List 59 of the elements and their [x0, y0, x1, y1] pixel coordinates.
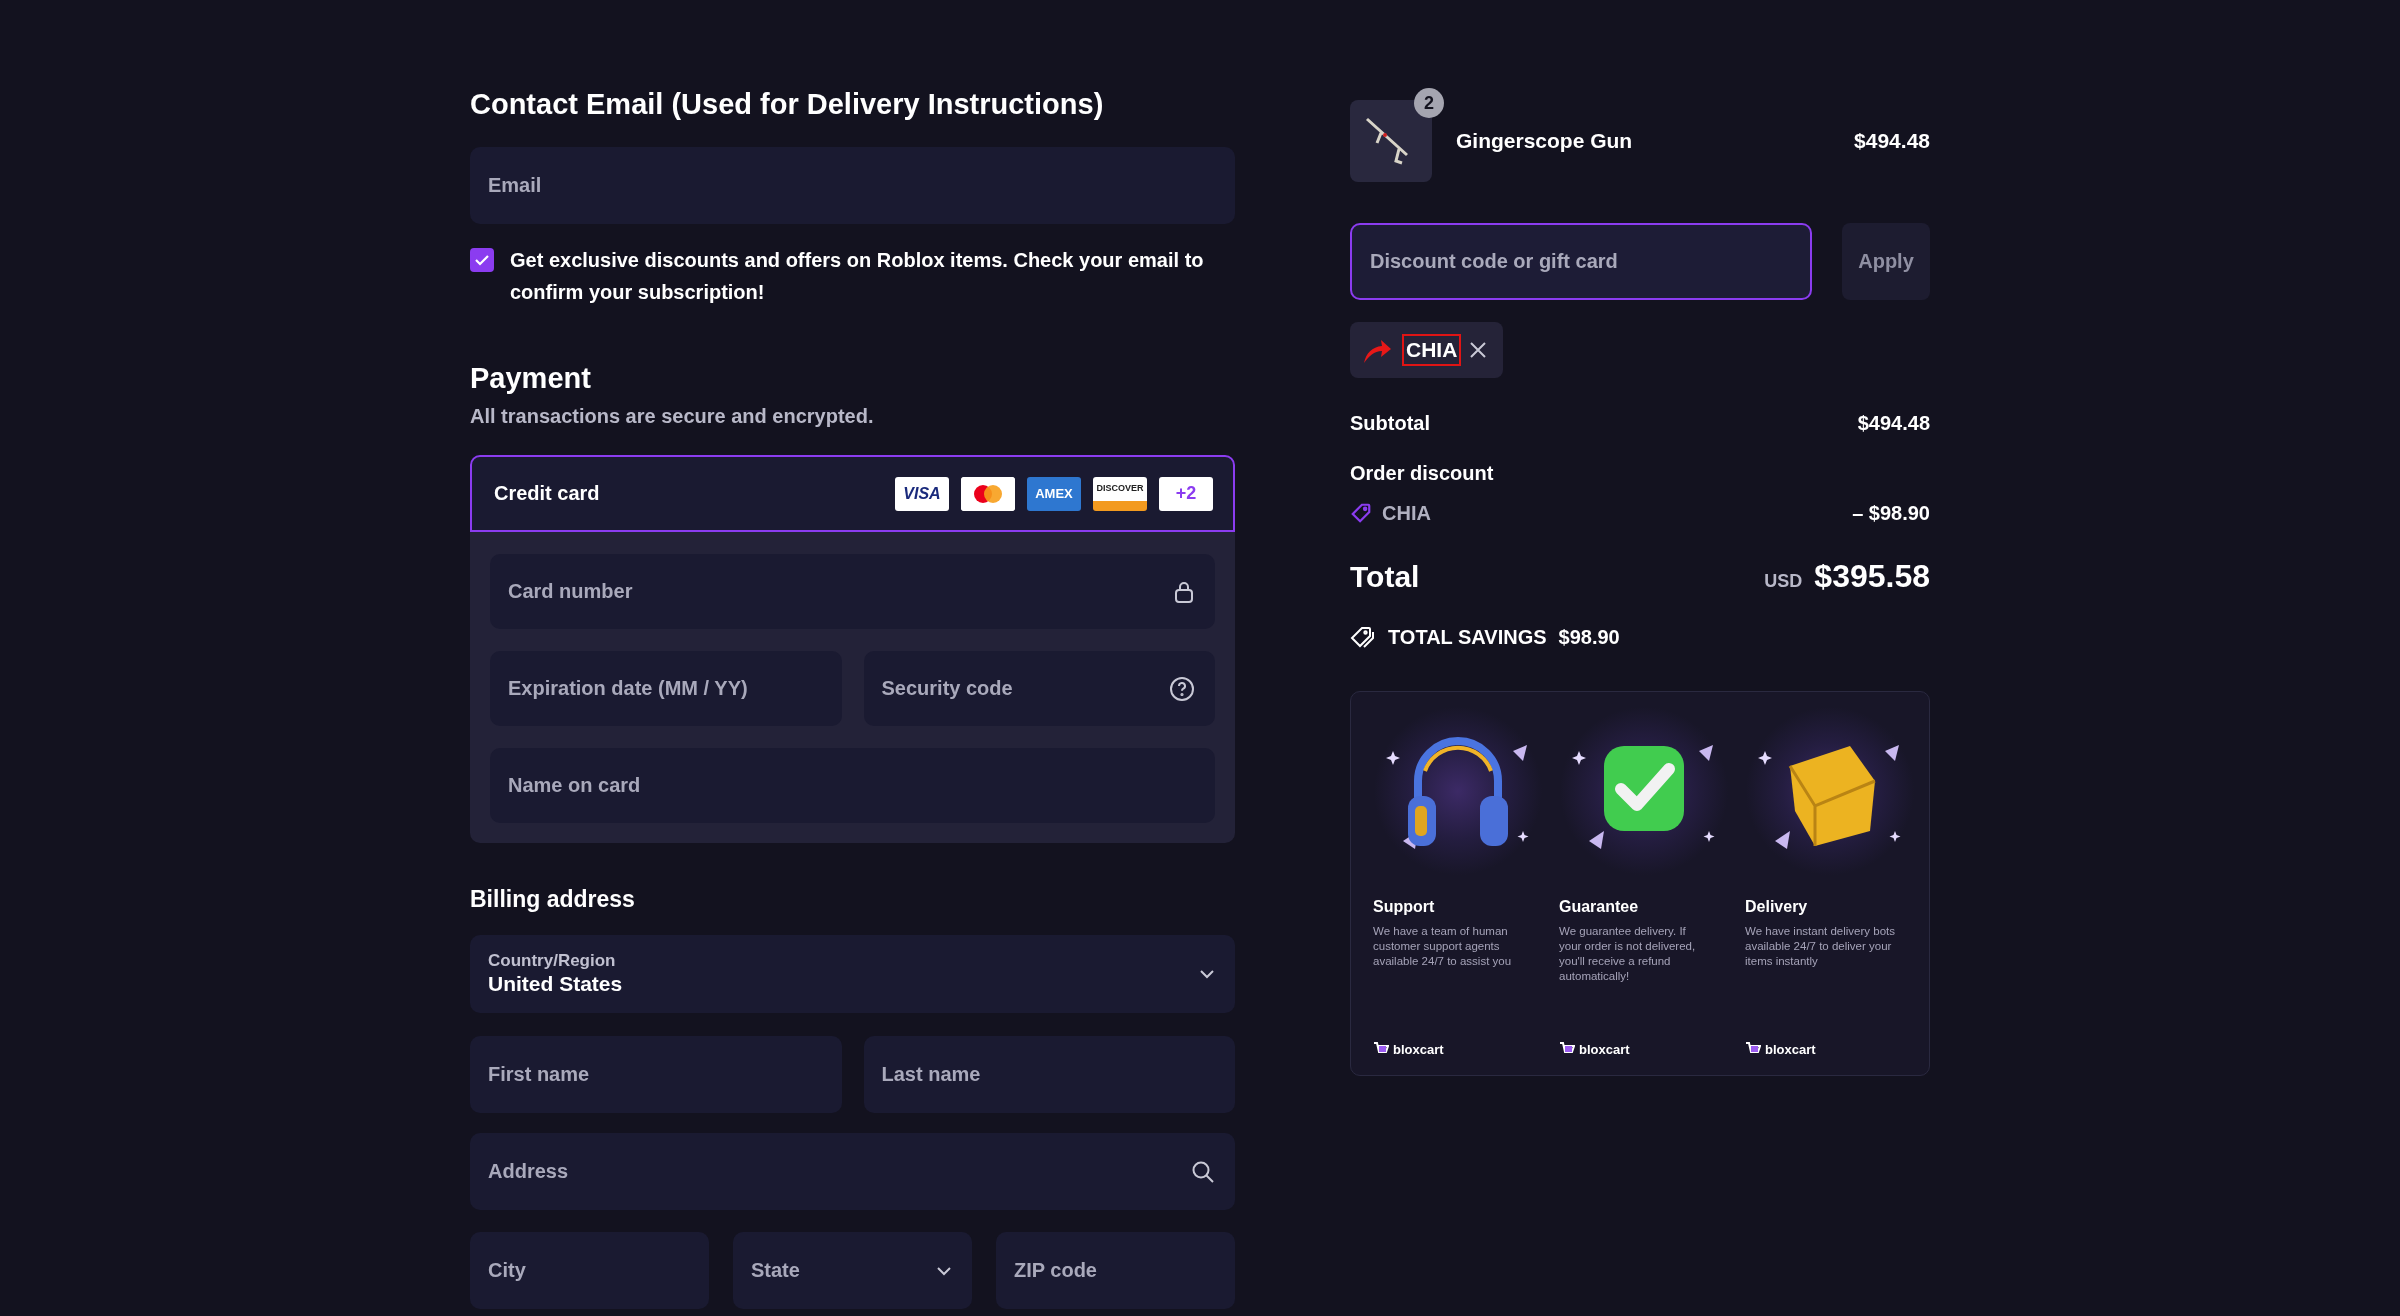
feature-title: Guarantee	[1559, 898, 1640, 916]
apply-button[interactable]: Apply	[1842, 223, 1930, 300]
product-price: $494.48	[1854, 129, 1930, 153]
feature-description: We have a team of human customer support agents available 24/7 to assist you	[1373, 924, 1513, 969]
currency-code: USD	[1764, 571, 1803, 592]
lock-icon	[1173, 579, 1195, 604]
checkbox-label: Get exclusive discounts and offers on Roblox items. Check your email to confirm your subscription!	[510, 248, 1205, 305]
quantity-badge: 2	[1414, 88, 1444, 118]
help-icon[interactable]	[1169, 675, 1195, 702]
subtotal-value: $494.48	[1857, 411, 1930, 436]
brand-name: bloxcart	[1393, 1041, 1444, 1057]
mastercard-logo	[961, 476, 1015, 511]
discount-code: CHIA	[1402, 334, 1462, 366]
checkbox[interactable]	[470, 248, 494, 272]
order-discount-label: Order discount	[1350, 461, 1495, 486]
section-heading: Contact Email (Used for Delivery Instructions)	[470, 87, 1105, 122]
savings-label: TOTAL SAVINGS	[1388, 625, 1547, 649]
total-value: $395.58	[1814, 558, 1930, 595]
payment-method-label: Credit card	[494, 482, 600, 505]
address-field[interactable]: Address	[470, 1133, 1235, 1210]
name-on-card-field[interactable]: Name on card	[490, 748, 1215, 823]
email-field[interactable]: Email	[470, 147, 1235, 224]
card-brand-logo: AMEX	[1027, 476, 1081, 511]
feature-title: Support	[1373, 898, 1436, 916]
brand-name: bloxcart	[1579, 1041, 1630, 1057]
discount-code-field[interactable]: Discount code or gift card	[1350, 223, 1812, 300]
chevron-down-icon	[936, 1265, 952, 1276]
brand-name: bloxcart	[1765, 1041, 1816, 1057]
card-brand-logo: DISCOVER	[1093, 476, 1147, 511]
section-heading: Payment	[470, 361, 592, 396]
tags-icon	[1350, 625, 1376, 649]
search-icon[interactable]	[1191, 1159, 1215, 1184]
card-brand-logo: VISA	[895, 476, 949, 511]
card-number-field[interactable]: Card number	[490, 554, 1215, 629]
subtotal-label: Subtotal	[1350, 411, 1430, 436]
card-brand-logo: +2	[1159, 476, 1213, 511]
feature-title: Delivery	[1745, 898, 1809, 916]
chevron-down-icon	[1199, 969, 1215, 979]
zip-code-field[interactable]: ZIP code	[996, 1232, 1235, 1309]
section-subtitle: All transactions are secure and encrypted.	[470, 404, 875, 429]
feature-description: We have instant delivery bots available 24/7 to deliver your items instantly	[1745, 924, 1895, 969]
first-name-field[interactable]: First name	[470, 1036, 842, 1113]
close-icon[interactable]	[1469, 341, 1488, 359]
payment-method-option[interactable]: Credit card VISA AMEX DISCOVER +2	[470, 455, 1235, 532]
state-select[interactable]: State	[733, 1232, 972, 1309]
tag-icon	[1350, 502, 1372, 524]
savings-value: $98.90	[1558, 625, 1620, 649]
security-code-field[interactable]: Security code	[863, 651, 1215, 726]
expiration-field[interactable]: Expiration date (MM / YY)	[490, 651, 842, 726]
product-name: Gingerscope Gun	[1456, 129, 1634, 153]
feature-description: We guarantee delivery. If your order is not delivered, you'll receive a refund automatically!	[1559, 924, 1697, 984]
discount-code: CHIA	[1382, 501, 1431, 526]
total-label: Total	[1350, 560, 1420, 594]
discount-value: – $98.90	[1852, 501, 1930, 526]
check-icon	[474, 254, 490, 266]
country-select[interactable]: Country/Region United States	[470, 935, 1235, 1013]
city-field[interactable]: City	[470, 1232, 709, 1309]
last-name-field[interactable]: Last name	[863, 1036, 1235, 1113]
section-heading: Billing address	[470, 885, 636, 914]
